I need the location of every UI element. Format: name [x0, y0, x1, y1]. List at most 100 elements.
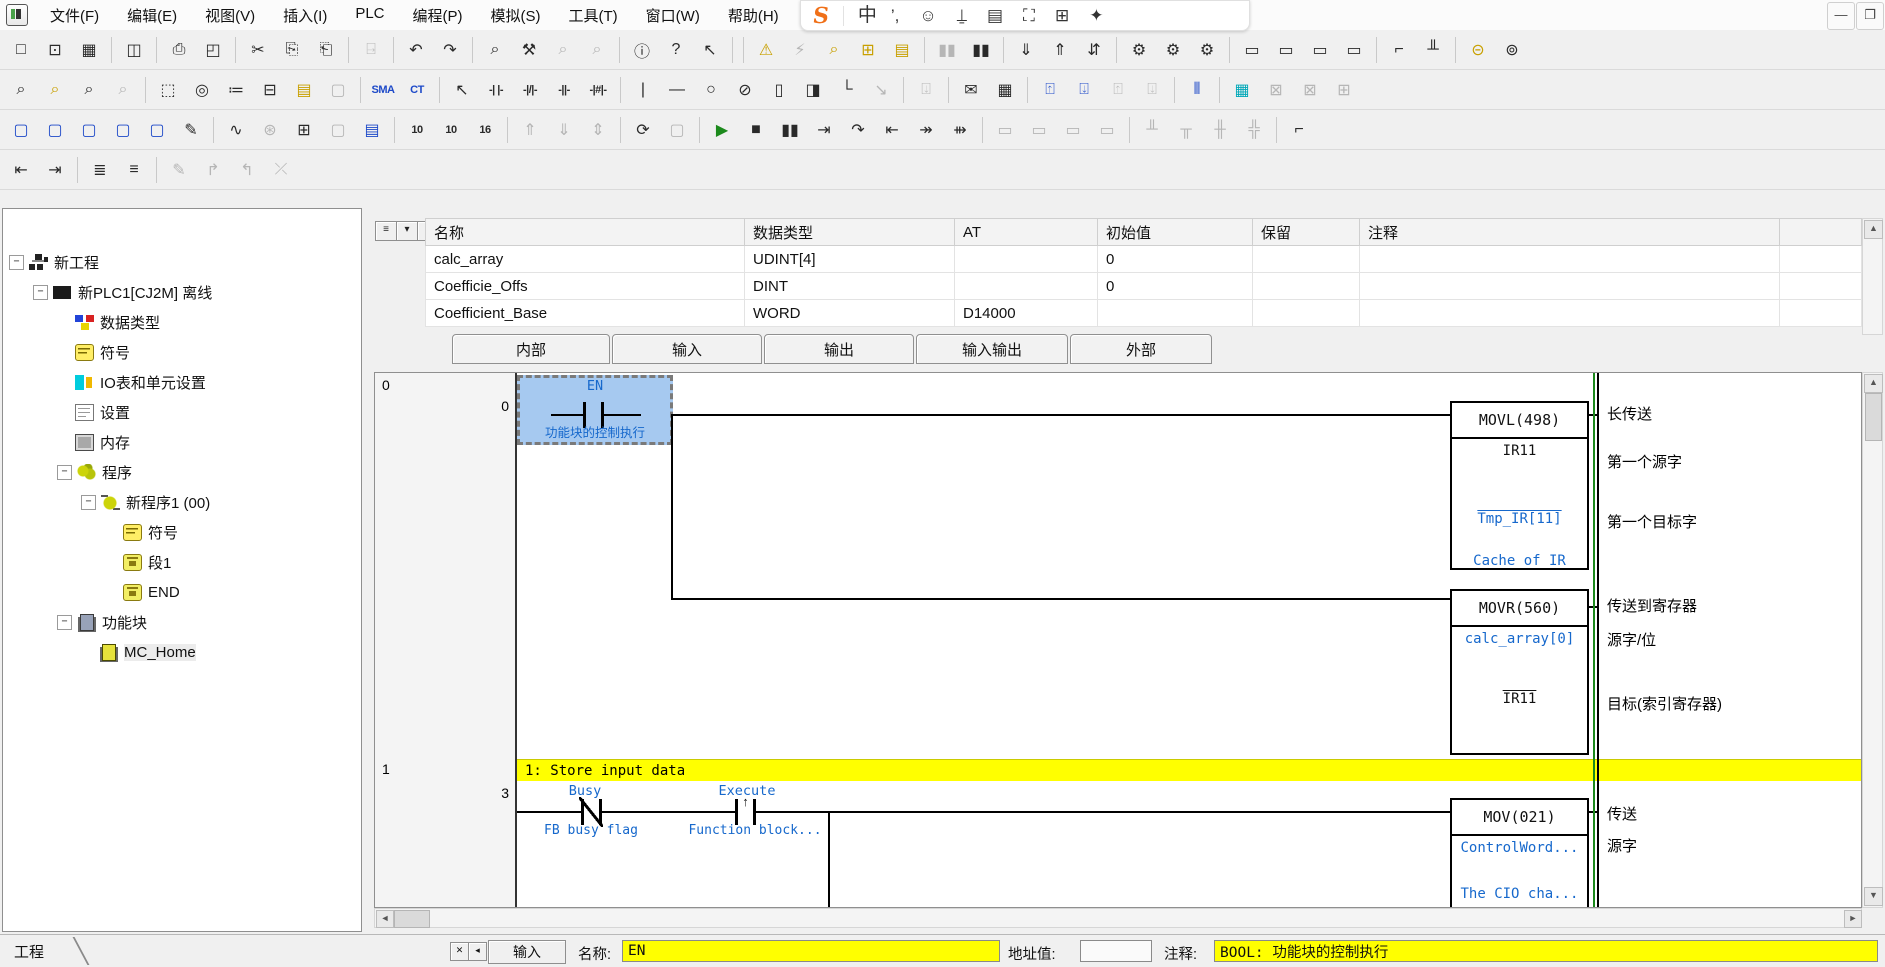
instruction-mov[interactable]: MOV(021) ControlWord... The CIO cha... — [1450, 798, 1589, 908]
close-io-bar-icon[interactable]: ✕ — [450, 942, 469, 961]
toolbox-icon[interactable]: ⊞ — [1055, 7, 1069, 24]
tree-expander-icon[interactable]: − — [9, 255, 24, 270]
toggle-grid-icon[interactable]: ⬚ — [151, 74, 185, 106]
compare-documents-icon[interactable]: ◫ — [117, 34, 151, 66]
ladder-editor[interactable]: 0 0 EN 功能块的控制执行 MOVL(498) IR11 Tmp_IR[11… — [374, 372, 1862, 908]
monitor-window-4-icon[interactable]: ▭ — [1337, 34, 1371, 66]
comment-grid-icon[interactable]: ▦ — [988, 74, 1022, 106]
function-block-io-icon[interactable]: ◨ — [796, 74, 830, 106]
redo-icon[interactable]: ↷ — [433, 34, 467, 66]
time-chart-icon[interactable]: ∿ — [219, 114, 253, 146]
tree-item-符号[interactable]: 符号 — [3, 337, 361, 367]
monitor-mode-icon[interactable]: ⚙ — [1156, 34, 1190, 66]
symbol-table-scrollbar[interactable]: ▲ — [1862, 218, 1883, 335]
pause-icon[interactable]: ▮▮ — [964, 34, 998, 66]
keyboard-icon[interactable]: ▤ — [987, 7, 1003, 24]
contact-or-no-icon[interactable]: -||- — [547, 74, 581, 106]
restore-button[interactable]: ❐ — [1856, 2, 1884, 30]
ladder-vscrollbar[interactable]: ▲ ▼ — [1862, 372, 1883, 908]
symbol-cell[interactable] — [1780, 300, 1862, 327]
window-settings-icon[interactable]: ▢ — [140, 114, 174, 146]
symbol-table-menu-button[interactable]: ▾ — [396, 221, 418, 241]
force-lock-icon[interactable]: ⊝ — [1461, 34, 1495, 66]
radix-decimal-icon[interactable]: 10 — [400, 114, 434, 146]
symbol-cell[interactable]: 0 — [1098, 273, 1253, 300]
tree-item-数据类型[interactable]: 数据类型 — [3, 307, 361, 337]
list-view-2-icon[interactable]: ≡ — [117, 154, 151, 186]
about-icon[interactable]: ⓘ — [625, 34, 659, 66]
tree-item-IO表和单元设置[interactable]: IO表和单元设置 — [3, 367, 361, 397]
fb-tab-外部[interactable]: 外部 — [1070, 334, 1212, 364]
open-icon[interactable]: ⊡ — [38, 34, 72, 66]
scroll-thumb[interactable] — [394, 910, 430, 928]
program-mode-icon[interactable]: ⚙ — [1190, 34, 1224, 66]
symbol-cell[interactable] — [1360, 273, 1780, 300]
connect-line-icon[interactable]: └ — [830, 74, 864, 106]
tree-item-新工程[interactable]: −新工程 — [3, 247, 361, 277]
address-field[interactable] — [1080, 940, 1152, 962]
operand[interactable]: Cache of IR — [1452, 553, 1587, 569]
scroll-right-icon[interactable]: ► — [1844, 910, 1862, 928]
work-online-icon[interactable]: ⚙ — [1122, 34, 1156, 66]
coil-icon[interactable]: ○ — [694, 74, 728, 106]
symbol-cell[interactable] — [1780, 246, 1862, 273]
tree-item-END[interactable]: END — [3, 577, 361, 607]
vertical-line-icon[interactable]: | — [626, 74, 660, 106]
verify-with-plc-icon[interactable]: ⇵ — [1077, 34, 1111, 66]
list-view-1-icon[interactable]: ≣ — [83, 154, 117, 186]
symbol-cell[interactable]: Coefficie_Offs — [425, 273, 745, 300]
contact-or-nc-icon[interactable]: -|#|- — [581, 74, 615, 106]
symbol-cell[interactable]: UDINT[4] — [745, 246, 955, 273]
indent-icon[interactable]: ⇥ — [38, 154, 72, 186]
transfer-error-icon[interactable]: ⊞ — [851, 34, 885, 66]
paste-icon[interactable]: ⎗ — [309, 34, 343, 66]
symbol-cell[interactable]: WORD — [745, 300, 955, 327]
fb-tab-输入[interactable]: 输入 — [612, 334, 762, 364]
watch-error-icon[interactable]: ▤ — [885, 34, 919, 66]
punctuation-icon[interactable]: ’, — [891, 7, 900, 24]
scroll-up-icon[interactable]: ▲ — [1864, 220, 1883, 239]
keypad-window-icon[interactable]: ▤ — [355, 114, 389, 146]
tree-expander-icon[interactable]: − — [81, 495, 96, 510]
symbol-cell[interactable] — [1098, 300, 1253, 327]
symbol-table-dock-button[interactable]: ≡ — [375, 221, 397, 241]
symbol-cell[interactable] — [1360, 246, 1780, 273]
operand[interactable]: ControlWord... — [1452, 840, 1587, 856]
symbol-cell[interactable] — [1360, 300, 1780, 327]
monitor-window-1-icon[interactable]: ▭ — [1235, 34, 1269, 66]
symbol-cell[interactable] — [1253, 273, 1360, 300]
sim-step-over-icon[interactable]: ↷ — [841, 114, 875, 146]
address-reference-icon[interactable]: ≔ — [219, 74, 253, 106]
menu-item-8[interactable]: 窗口(W) — [632, 2, 714, 29]
tree-item-符号[interactable]: 符号 — [3, 517, 361, 547]
tree-item-段1[interactable]: 段1 — [3, 547, 361, 577]
return-corner-icon[interactable]: ⌐ — [1282, 114, 1316, 146]
menu-item-1[interactable]: 编辑(E) — [113, 2, 191, 29]
tree-expander-icon[interactable]: − — [33, 285, 48, 300]
tree-item-新程序1 (00)[interactable]: −新程序1 (00) — [3, 487, 361, 517]
scroll-thumb[interactable] — [1865, 393, 1882, 441]
sim-step-in-icon[interactable]: ⇥ — [807, 114, 841, 146]
window-edit-icon[interactable]: ✎ — [174, 114, 208, 146]
menu-item-4[interactable]: PLC — [341, 2, 398, 29]
tree-item-设置[interactable]: 设置 — [3, 397, 361, 427]
watch-refresh-icon[interactable]: ⟳ — [626, 114, 660, 146]
search-error-icon[interactable]: ⌕ — [817, 34, 851, 66]
symbol-cell[interactable]: 0 — [1098, 246, 1253, 273]
instruction-movr[interactable]: MOVR(560) calc_array[0] IR11 — [1450, 589, 1589, 755]
window-io-table-icon[interactable]: ▢ — [106, 114, 140, 146]
menu-item-0[interactable]: 文件(F) — [36, 2, 113, 29]
zoom-edit-icon[interactable]: ⌕ — [38, 74, 72, 106]
scroll-down-icon[interactable]: ▼ — [1864, 887, 1883, 906]
menu-item-6[interactable]: 模拟(S) — [477, 2, 555, 29]
outdent-icon[interactable]: ⇤ — [4, 154, 38, 186]
zoom-out-icon[interactable]: ⌕ — [72, 74, 106, 106]
download-to-plc-icon[interactable]: ⇓ — [1009, 34, 1043, 66]
print-preview-icon[interactable]: ◰ — [196, 34, 230, 66]
show-ct-icon[interactable]: CT — [400, 74, 434, 106]
monitor-window-3-icon[interactable]: ▭ — [1303, 34, 1337, 66]
microphone-icon[interactable]: ⍊ — [957, 7, 967, 24]
download-symbols-icon[interactable]: ⍗ — [1067, 74, 1101, 106]
show-sma-icon[interactable]: SMA — [366, 74, 400, 106]
ladder-hscrollbar[interactable]: ◄ ► — [374, 908, 1862, 928]
